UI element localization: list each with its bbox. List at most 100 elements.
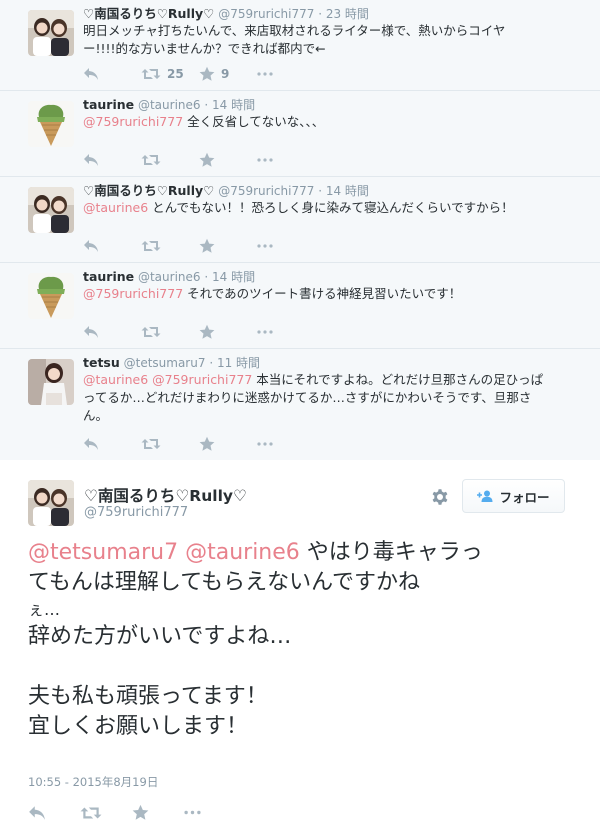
timestamp[interactable]: 14 時間 [212,270,255,284]
tweet-text-line: 夫も私も頑張ってます！ [28,684,268,709]
user-handle[interactable]: @759rurichi777 [218,184,314,198]
timestamp[interactable]: 11 時間 [217,356,260,370]
avatar[interactable] [28,187,74,233]
user-name[interactable]: ♡南国るりち♡Rully♡ [83,6,214,21]
more-button[interactable] [184,810,236,815]
retweet-button[interactable] [141,325,199,339]
retweet-button[interactable] [141,239,199,253]
mention-link[interactable]: @759rurichi777 [83,286,183,301]
more-button[interactable] [257,158,315,162]
permalink-tweet: ♡南国るりち♡Rully♡ @759rurichi777 フォロー @tetsu… [0,460,600,827]
favorite-icon [199,66,215,82]
mention-link[interactable]: @759rurichi777 [83,114,183,129]
tweet-text-line: 宜しくお願いします！ [28,714,249,739]
favorite-icon [199,238,215,254]
retweet-icon [141,239,161,253]
tweet-actions [83,238,315,254]
tweet-text-line: ぇ… [28,600,61,619]
tweet-text-line: @tetsumaru7 @taurine6 やはり毒キャラっ [28,538,568,568]
tweet-actions [83,152,315,168]
mention-link[interactable]: @taurine6 [83,372,148,387]
tweet-text-body: 本当にそれですよね。どれだけ旦那さんの足ひっぱ [252,372,544,387]
reply-icon [28,805,46,821]
mention-link[interactable]: @taurine6 [83,200,148,215]
tweet-text-body: やはり毒キャラっ [299,540,483,565]
reply-button[interactable] [83,239,141,253]
follow-user-icon [477,490,493,502]
reply-button[interactable] [83,325,141,339]
reply-icon [83,153,99,167]
tweet-text-line: ってるか…どれだけまわりに迷惑かけてるか…さすがにかわいそうです、旦那さ [83,390,532,405]
more-button[interactable] [257,244,315,248]
tweet-header: ♡南国るりち♡Rully♡ @759rurichi777 · 14 時間 [83,177,588,199]
timestamp[interactable]: 14 時間 [326,184,369,198]
more-button[interactable] [257,330,315,334]
favorite-button[interactable] [132,804,184,821]
reply-button[interactable] [83,153,141,167]
timestamp[interactable]: 23 時間 [326,7,369,21]
tweet-header: tetsu @tetsumaru7 · 11 時間 [83,349,588,371]
tweet-actions [83,436,315,452]
settings-button[interactable] [430,487,450,511]
favorite-button[interactable]: 9 [199,66,257,82]
tweet[interactable]: ♡南国るりち♡Rully♡ @759rurichi777 · 23 時間 明日メ… [0,0,600,91]
favorite-button[interactable] [199,436,257,452]
tweet[interactable]: taurine @taurine6 · 14 時間 @759rurichi777… [0,263,600,349]
tweet-text: @759rurichi777 全く反省してないな、、、 [83,113,588,131]
user-name[interactable]: ♡南国るりち♡Rully♡ [83,183,214,198]
user-name[interactable]: taurine [83,97,134,112]
follow-button[interactable]: フォロー [462,479,565,513]
tweet-actions [28,804,236,821]
more-button[interactable] [257,442,315,446]
user-name[interactable]: taurine [83,269,134,284]
tweet-actions: 25 9 [83,66,315,82]
tweet[interactable]: ♡南国るりち♡Rully♡ @759rurichi777 · 14 時間 @ta… [0,177,600,263]
favorite-button[interactable] [199,238,257,254]
user-handle[interactable]: @759rurichi777 [218,7,314,21]
user-handle[interactable]: @tetsumaru7 [124,356,206,370]
user-handle[interactable]: @759rurichi777 [84,505,188,520]
tweet-actions [83,324,315,340]
mention-link[interactable]: @taurine6 [185,540,300,565]
more-icon [257,330,273,334]
user-handle[interactable]: @taurine6 [138,98,201,112]
favorite-button[interactable] [199,152,257,168]
timestamp[interactable]: 14 時間 [212,98,255,112]
retweet-icon [141,153,161,167]
reply-button[interactable] [28,805,80,821]
more-button[interactable] [257,72,315,76]
tweet[interactable]: tetsu @tetsumaru7 · 11 時間 @taurine6 @759… [0,349,600,461]
avatar[interactable] [28,10,74,56]
retweet-button[interactable]: 25 [141,67,199,81]
mention-link[interactable]: @759rurichi777 [152,372,252,387]
tweet-text: @taurine6 @759rurichi777 本当にそれですよね。どれだけ旦… [83,371,588,425]
tweet-timestamp[interactable]: 10:55 - 2015年8月19日 [28,774,158,790]
reply-icon [83,325,99,339]
separator: · [204,98,209,112]
retweet-button[interactable] [80,805,132,821]
separator: · [204,270,209,284]
user-name[interactable]: ♡南国るりち♡Rully♡ [84,484,247,506]
reply-button[interactable] [83,67,141,81]
reply-icon [83,67,99,81]
retweet-button[interactable] [141,153,199,167]
avatar[interactable] [28,273,74,319]
more-icon [257,72,273,76]
avatar[interactable] [28,359,74,405]
mention-link[interactable]: @tetsumaru7 [28,540,178,565]
tweet-text-body: 全く反省してないな、、、 [183,114,325,129]
reply-icon [83,437,99,451]
tweet[interactable]: taurine @taurine6 · 14 時間 @759rurichi777… [0,91,600,177]
user-handle[interactable]: @taurine6 [138,270,201,284]
avatar[interactable] [28,480,74,526]
favorite-icon [199,152,215,168]
gear-icon [432,489,448,505]
favorite-button[interactable] [199,324,257,340]
tweet-text: 明日メッチャ打ちたいんで、来店取材されるライター様で、熱いからコイヤ ー!!!!… [83,22,588,58]
tweet-text-body: それであのツイート書ける神経見習いたいです！ [183,286,462,301]
user-name[interactable]: tetsu [83,355,120,370]
retweet-button[interactable] [141,437,199,451]
reply-button[interactable] [83,437,141,451]
avatar[interactable] [28,101,74,147]
tweet-text: @759rurichi777 それであのツイート書ける神経見習いたいです！ [83,285,588,303]
